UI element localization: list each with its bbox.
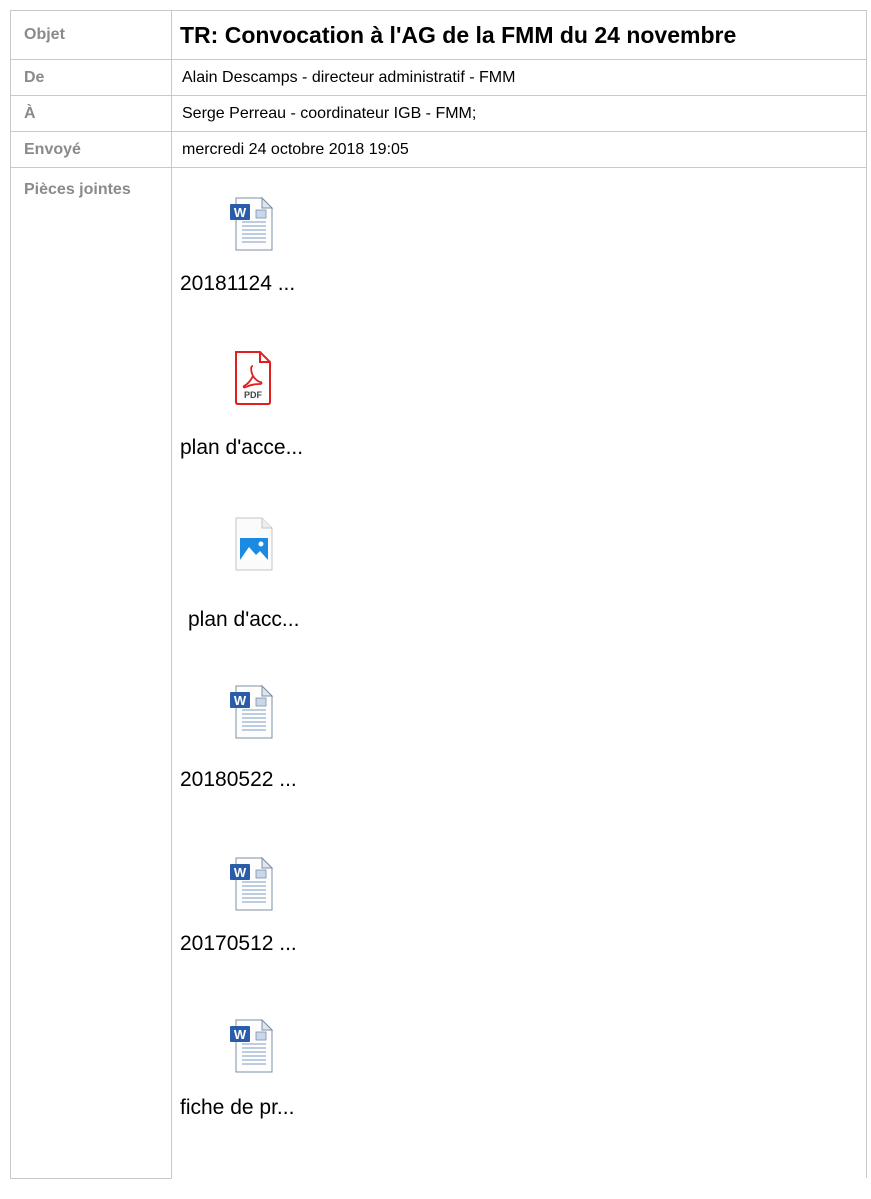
word-document-icon: W [222, 194, 282, 254]
svg-text:PDF: PDF [244, 390, 263, 400]
word-document-icon: W [222, 854, 282, 914]
word-document-icon: W [222, 1016, 282, 1076]
from-value: Alain Descamps - directeur administratif… [171, 59, 867, 96]
attachment-item[interactable]: plan d'acc... [172, 498, 372, 648]
attachment-item[interactable]: W 20180522 ... [172, 668, 372, 808]
subject-row: Objet TR: Convocation à l'AG de la FMM d… [10, 10, 867, 60]
image-file-icon [222, 514, 282, 574]
pdf-file-icon: PDF [222, 348, 282, 408]
sent-label: Envoyé [10, 131, 172, 168]
word-document-icon: W [222, 682, 282, 742]
attachment-item[interactable]: W 20181124 ... [172, 168, 372, 308]
attachment-item[interactable]: W 20170512 ... [172, 828, 372, 968]
svg-text:W: W [234, 865, 247, 880]
subject-value: TR: Convocation à l'AG de la FMM du 24 n… [171, 10, 867, 60]
email-header-table: Objet TR: Convocation à l'AG de la FMM d… [10, 10, 867, 1179]
attachment-name: plan d'acc... [188, 608, 300, 631]
attachment-name: 20180522 ... [180, 768, 297, 791]
to-row: À Serge Perreau - coordinateur IGB - FMM… [10, 95, 867, 132]
sent-row: Envoyé mercredi 24 octobre 2018 19:05 [10, 131, 867, 168]
svg-text:W: W [234, 205, 247, 220]
attachment-name: 20170512 ... [180, 932, 297, 955]
svg-text:W: W [234, 1027, 247, 1042]
attachments-label: Pièces jointes [10, 167, 172, 1179]
attachment-item[interactable]: W fiche de pr... [172, 988, 372, 1138]
attachments-list: W 20181124 ... PDF plan d'acce... plan d… [172, 168, 866, 1178]
to-value: Serge Perreau - coordinateur IGB - FMM; [171, 95, 867, 132]
svg-text:W: W [234, 693, 247, 708]
subject-label: Objet [10, 10, 172, 60]
from-row: De Alain Descamps - directeur administra… [10, 59, 867, 96]
attachment-name: plan d'acce... [180, 436, 304, 459]
from-label: De [10, 59, 172, 96]
to-label: À [10, 95, 172, 132]
attachment-item[interactable]: PDF plan d'acce... [172, 328, 372, 478]
attachment-name: fiche de pr... [180, 1096, 295, 1119]
attachments-row: Pièces jointes W 20181124 ... PDF plan d… [10, 167, 867, 1179]
attachments-cell: W 20181124 ... PDF plan d'acce... plan d… [171, 167, 867, 1178]
attachment-name: 20181124 ... [180, 272, 296, 295]
sent-value: mercredi 24 octobre 2018 19:05 [171, 131, 867, 168]
